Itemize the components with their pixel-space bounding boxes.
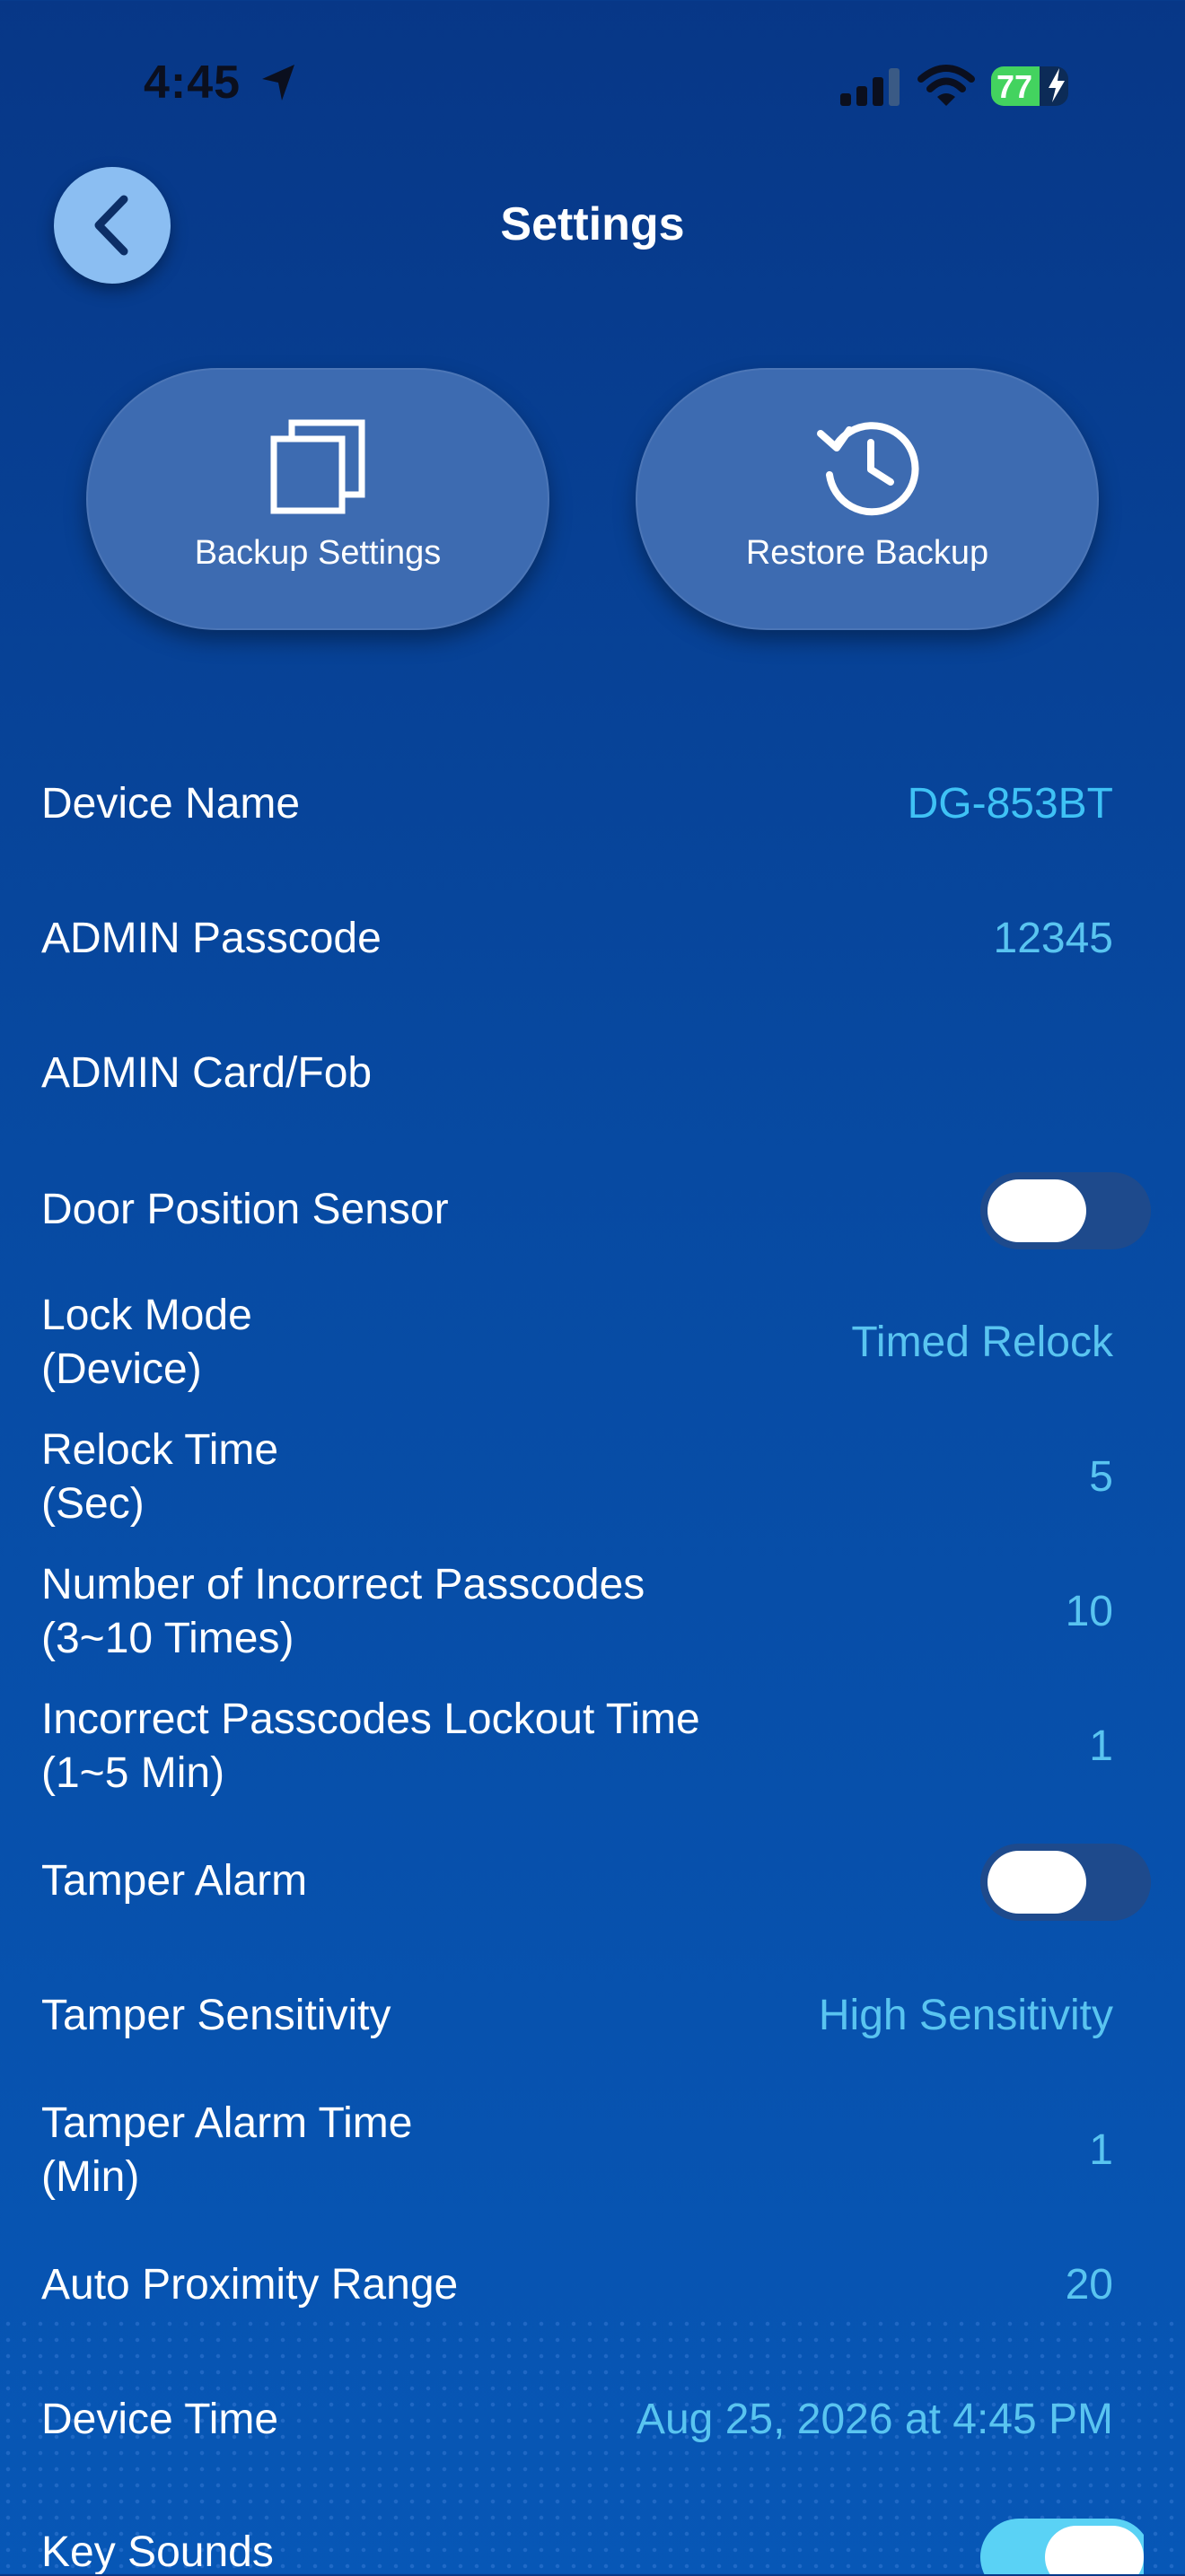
setting-tamper-sensitivity[interactable]: Tamper Sensitivity High Sensitivity [41,1989,1144,2043]
setting-lockout-time[interactable]: Incorrect Passcodes Lockout Time (1~5 Mi… [41,1693,1144,1801]
battery-percent: 77 [996,68,1033,105]
status-bar: 4:45 77 [0,0,1185,171]
setting-label: Lock Mode [41,1292,252,1339]
cellular-signal-icon [840,68,900,106]
toggle-knob [1045,2526,1144,2574]
setting-admin-card[interactable]: ADMIN Card/Fob [41,1047,1144,1100]
copy-icon [270,419,365,514]
charging-bolt-icon [1049,68,1065,102]
setting-sublabel: (3~10 Times) [41,1615,294,1662]
setting-admin-passcode[interactable]: ADMIN Passcode 12345 [41,912,1144,966]
door-sensor-toggle[interactable] [980,1172,1151,1249]
setting-value: 5 [1089,1453,1113,1501]
setting-sublabel: (Device) [41,1345,202,1393]
setting-value: 1 [1089,1722,1113,1770]
setting-value: Aug 25, 2026 at 4:45 PM [636,2396,1113,2443]
setting-tamper-alarm-time[interactable]: Tamper Alarm Time (Min) 1 [41,2097,1144,2204]
setting-value: 1 [1089,2126,1113,2174]
setting-value: 12345 [993,915,1113,962]
setting-label: Tamper Sensitivity [41,1992,391,2039]
tamper-alarm-toggle[interactable] [980,1844,1151,1921]
setting-device-name[interactable]: Device Name DG-853BT [41,777,1144,831]
setting-relock-time[interactable]: Relock Time (Sec) 5 [41,1424,1144,1531]
setting-sublabel: (Min) [41,2153,140,2201]
setting-sublabel: (1~5 Min) [41,1749,225,1797]
toggle-knob [988,1851,1086,1914]
backup-settings-button[interactable]: Backup Settings [86,368,549,630]
setting-label: Auto Proximity Range [41,2261,459,2309]
key-sounds-toggle[interactable] [980,2519,1144,2574]
setting-value: High Sensitivity [818,1992,1113,2039]
setting-device-time[interactable]: Device Time Aug 25, 2026 at 4:45 PM [41,2393,1144,2447]
setting-value: 20 [1065,2261,1113,2309]
restore-backup-label: Restore Backup [745,534,989,572]
setting-label: ADMIN Passcode [41,915,382,962]
backup-settings-label: Backup Settings [194,534,442,572]
wifi-icon [917,65,975,106]
setting-incorrect-passcodes[interactable]: Number of Incorrect Passcodes (3~10 Time… [41,1558,1144,1666]
setting-label: ADMIN Card/Fob [41,1049,373,1097]
setting-tamper-alarm: Tamper Alarm [41,1844,1151,1921]
setting-label: Device Name [41,780,301,828]
setting-label: Door Position Sensor [41,1186,449,1233]
setting-label: Tamper Alarm [41,1857,308,1905]
status-time: 4:45 [144,57,241,109]
setting-label: Incorrect Passcodes Lockout Time [41,1695,700,1743]
setting-value: DG-853BT [907,780,1113,828]
toggle-knob [988,1179,1086,1242]
setting-label: Key Sounds [41,2528,274,2574]
setting-door-sensor: Door Position Sensor [41,1172,1151,1249]
setting-label: Device Time [41,2396,279,2443]
setting-value: 10 [1065,1588,1113,1635]
setting-label: Tamper Alarm Time [41,2099,413,2147]
setting-value: Timed Relock [851,1319,1113,1366]
history-icon [817,422,919,516]
setting-proximity-range[interactable]: Auto Proximity Range 20 [41,2258,1144,2312]
restore-backup-button[interactable]: Restore Backup [636,368,1099,630]
setting-key-sounds: Key Sounds [41,2513,1144,2574]
location-arrow-icon [262,65,294,101]
setting-label: Relock Time [41,1426,279,1474]
setting-lock-mode[interactable]: Lock Mode (Device) Timed Relock [41,1289,1144,1397]
setting-label: Number of Incorrect Passcodes [41,1561,645,1608]
setting-sublabel: (Sec) [41,1480,145,1528]
page-title: Settings [500,198,685,250]
